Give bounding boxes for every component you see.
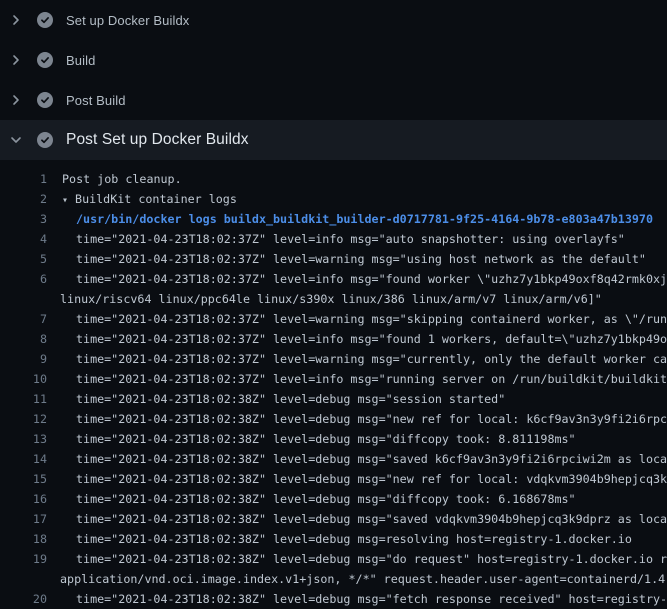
log-line-continuation: linux/riscv64 linux/ppc64le linux/s390x … — [0, 289, 667, 309]
log-line: 9time="2021-04-23T18:02:37Z" level=warni… — [0, 349, 667, 369]
log-line: 17time="2021-04-23T18:02:38Z" level=debu… — [0, 509, 667, 529]
chevron-right-icon[interactable] — [8, 12, 24, 28]
log-line: 1Post job cleanup. — [0, 169, 667, 189]
line-number[interactable]: 11 — [0, 389, 47, 409]
log-text: time="2021-04-23T18:02:37Z" level=warnin… — [47, 249, 667, 269]
line-number[interactable]: 3 — [0, 209, 47, 229]
step-section-post-build[interactable]: Post Build — [0, 80, 667, 120]
line-number[interactable]: 6 — [0, 269, 47, 289]
log-line: 12time="2021-04-23T18:02:38Z" level=debu… — [0, 409, 667, 429]
log-line: 8time="2021-04-23T18:02:37Z" level=info … — [0, 329, 667, 349]
check-circle-icon — [37, 132, 53, 148]
log-text: time="2021-04-23T18:02:37Z" level=info m… — [47, 269, 667, 289]
chevron-down-icon[interactable] — [8, 132, 24, 148]
line-number[interactable]: 4 — [0, 229, 47, 249]
line-number[interactable]: 9 — [0, 349, 47, 369]
line-number[interactable]: 18 — [0, 529, 47, 549]
step-sections-list: Set up Docker Buildx Build Post Build Post … — [0, 0, 667, 160]
step-section-label: Post Set up Docker Buildx — [66, 131, 249, 149]
chevron-right-icon[interactable] — [8, 92, 24, 108]
log-text: time="2021-04-23T18:02:38Z" level=debug … — [47, 549, 667, 569]
log-line: 4time="2021-04-23T18:02:37Z" level=info … — [0, 229, 667, 249]
log-text: time="2021-04-23T18:02:37Z" level=warnin… — [47, 349, 667, 369]
step-section-post-set-up-docker-buildx[interactable]: Post Set up Docker Buildx — [0, 120, 667, 160]
log-group-label: BuildKit container logs — [75, 192, 237, 206]
log-text: time="2021-04-23T18:02:38Z" level=debug … — [47, 389, 667, 409]
line-number[interactable]: 5 — [0, 249, 47, 269]
line-number[interactable]: 2 — [0, 189, 47, 209]
log-line: 15time="2021-04-23T18:02:38Z" level=debu… — [0, 469, 667, 489]
command-text: /usr/bin/docker logs buildx_buildkit_bui… — [47, 209, 667, 229]
check-circle-icon — [37, 12, 53, 28]
line-number[interactable]: 20 — [0, 589, 47, 609]
step-section-label: Post Build — [66, 93, 126, 108]
log-line: 20time="2021-04-23T18:02:38Z" level=debu… — [0, 589, 667, 609]
line-number — [0, 289, 47, 309]
line-number[interactable]: 14 — [0, 449, 47, 469]
line-number[interactable]: 7 — [0, 309, 47, 329]
log-line: 18time="2021-04-23T18:02:38Z" level=debu… — [0, 529, 667, 549]
log-viewer: 1Post job cleanup.2 ▾ BuildKit container l… — [0, 160, 667, 609]
line-number[interactable]: 1 — [0, 169, 47, 189]
line-number[interactable]: 15 — [0, 469, 47, 489]
log-line: 16time="2021-04-23T18:02:38Z" level=debu… — [0, 489, 667, 509]
chevron-right-icon[interactable] — [8, 52, 24, 68]
log-text: time="2021-04-23T18:02:38Z" level=debug … — [47, 469, 667, 489]
step-section-set-up-docker-buildx[interactable]: Set up Docker Buildx — [0, 0, 667, 40]
log-text: time="2021-04-23T18:02:37Z" level=info m… — [47, 229, 667, 249]
log-line: 11time="2021-04-23T18:02:38Z" level=debu… — [0, 389, 667, 409]
log-line: 13time="2021-04-23T18:02:38Z" level=debu… — [0, 429, 667, 449]
triangle-down-icon: ▾ — [62, 195, 68, 206]
line-number[interactable]: 13 — [0, 429, 47, 449]
line-number[interactable]: 17 — [0, 509, 47, 529]
log-line: 2 ▾ BuildKit container logs — [0, 189, 667, 209]
log-line: 5time="2021-04-23T18:02:37Z" level=warni… — [0, 249, 667, 269]
check-circle-icon — [37, 52, 53, 68]
log-line: 7time="2021-04-23T18:02:37Z" level=warni… — [0, 309, 667, 329]
log-text: linux/riscv64 linux/ppc64le linux/s390x … — [47, 289, 667, 309]
log-text: time="2021-04-23T18:02:38Z" level=debug … — [47, 429, 667, 449]
log-group-toggle[interactable]: ▾ BuildKit container logs — [47, 189, 667, 209]
check-circle-icon — [37, 92, 53, 108]
log-line: 10time="2021-04-23T18:02:37Z" level=info… — [0, 369, 667, 389]
line-number[interactable]: 8 — [0, 329, 47, 349]
log-line: 19time="2021-04-23T18:02:38Z" level=debu… — [0, 549, 667, 569]
line-number[interactable]: 19 — [0, 549, 47, 569]
log-text: time="2021-04-23T18:02:38Z" level=debug … — [47, 589, 667, 609]
log-text: time="2021-04-23T18:02:38Z" level=debug … — [47, 509, 667, 529]
log-text: time="2021-04-23T18:02:37Z" level=info m… — [47, 369, 667, 389]
log-line-continuation: application/vnd.oci.image.index.v1+json,… — [0, 569, 667, 589]
line-number[interactable]: 16 — [0, 489, 47, 509]
log-text: time="2021-04-23T18:02:38Z" level=debug … — [47, 449, 667, 469]
step-section-label: Build — [66, 53, 95, 68]
log-line: 3/usr/bin/docker logs buildx_buildkit_bu… — [0, 209, 667, 229]
log-text: Post job cleanup. — [47, 169, 667, 189]
log-text: time="2021-04-23T18:02:37Z" level=info m… — [47, 329, 667, 349]
line-number — [0, 569, 47, 589]
log-text: time="2021-04-23T18:02:37Z" level=warnin… — [47, 309, 667, 329]
step-section-label: Set up Docker Buildx — [66, 13, 189, 28]
log-text: time="2021-04-23T18:02:38Z" level=debug … — [47, 529, 667, 549]
log-text: time="2021-04-23T18:02:38Z" level=debug … — [47, 489, 667, 509]
log-line: 6time="2021-04-23T18:02:37Z" level=info … — [0, 269, 667, 289]
log-line: 14time="2021-04-23T18:02:38Z" level=debu… — [0, 449, 667, 469]
line-number[interactable]: 10 — [0, 369, 47, 389]
log-text: time="2021-04-23T18:02:38Z" level=debug … — [47, 409, 667, 429]
log-text: application/vnd.oci.image.index.v1+json,… — [47, 569, 667, 589]
line-number[interactable]: 12 — [0, 409, 47, 429]
step-section-build[interactable]: Build — [0, 40, 667, 80]
